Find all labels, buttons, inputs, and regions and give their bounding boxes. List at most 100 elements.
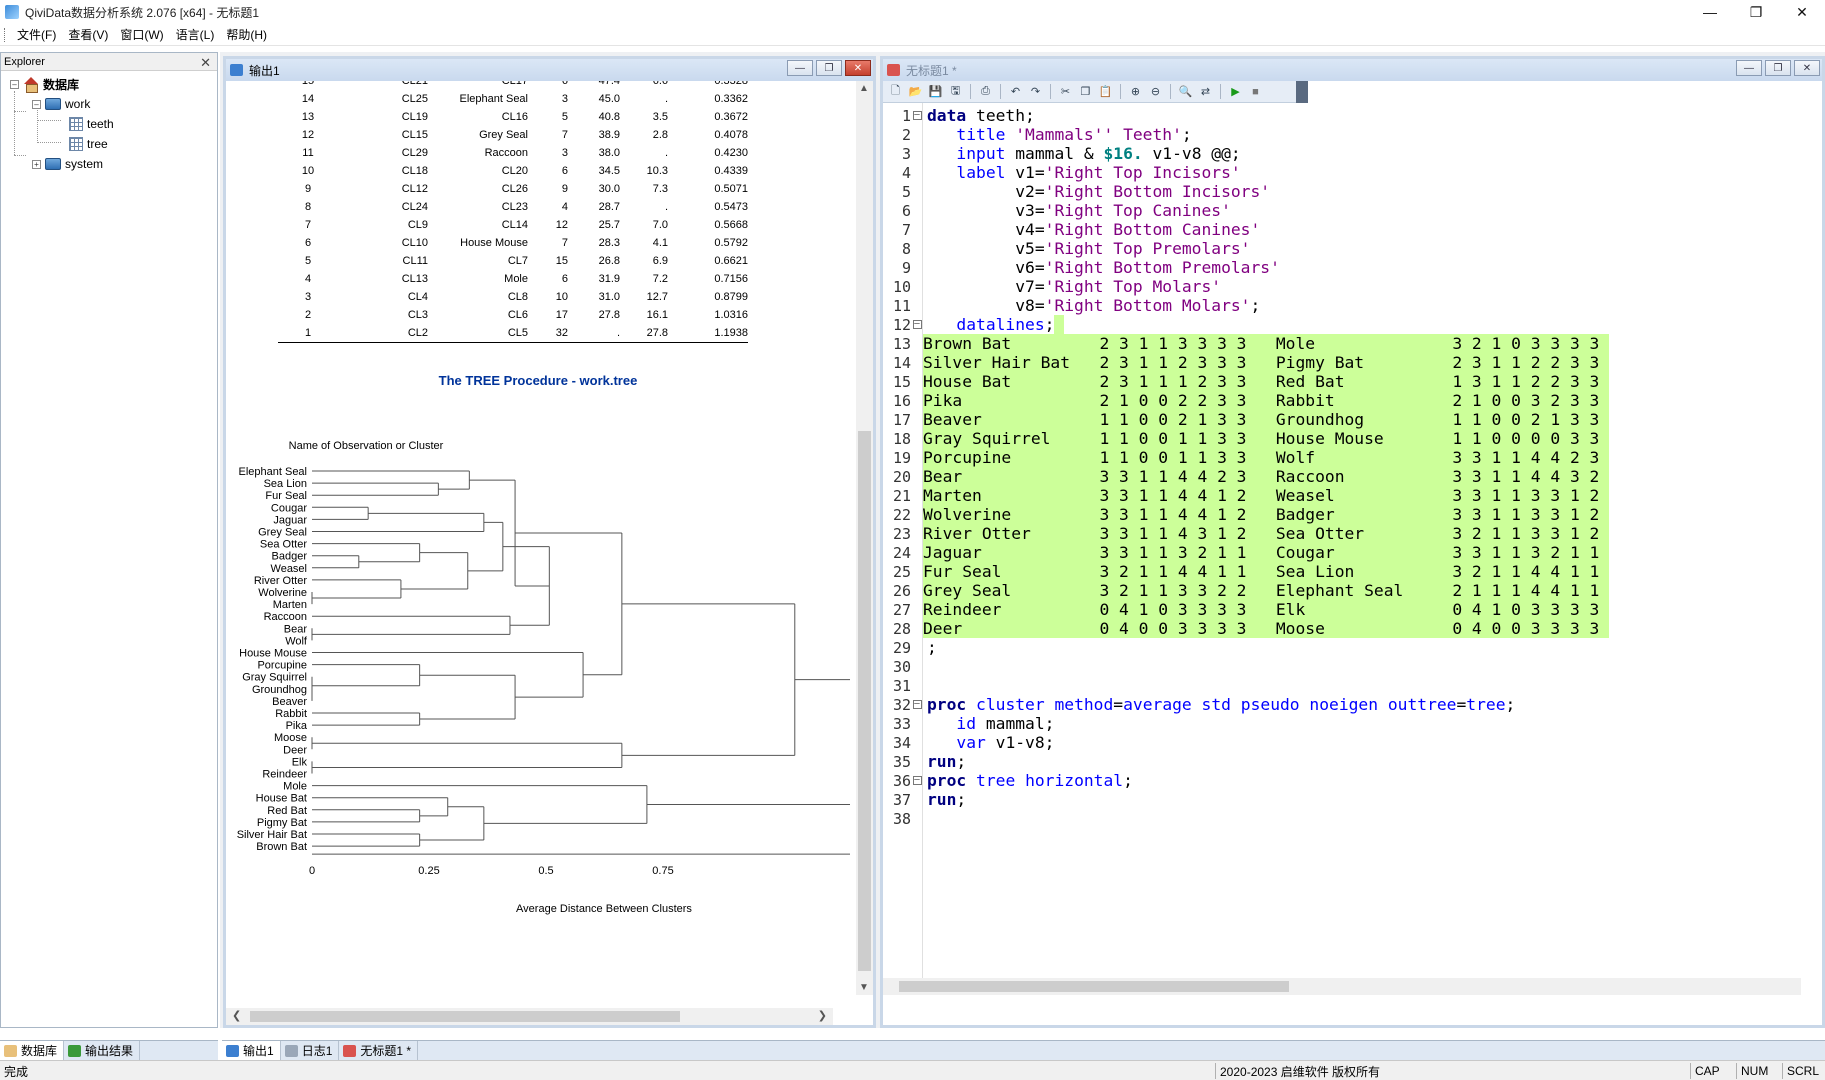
code-line[interactable]: 15 House Bat 2 3 1 1 1 2 3 3 Red Bat 1 3 … — [883, 372, 1610, 391]
output-horizontal-scrollbar[interactable]: ❮ ❯ — [226, 1008, 833, 1025]
code-line[interactable]: 31 — [883, 676, 927, 695]
code-line[interactable]: 1– data teeth; — [883, 106, 1035, 125]
code-line[interactable]: 4 label v1='Right Top Incisors' — [883, 163, 1241, 182]
code-line[interactable]: 19 Porcupine 1 1 0 0 1 1 3 3 Wolf 3 3 1 1… — [883, 448, 1610, 467]
scroll-left-icon[interactable]: ❮ — [232, 1009, 241, 1022]
code-line[interactable]: 38 — [883, 809, 927, 828]
print-icon[interactable]: ⎙ — [977, 83, 994, 100]
code-line[interactable]: 18 Gray Squirrel 1 1 0 0 1 1 3 3 House Mo… — [883, 429, 1610, 448]
tree-node-teeth[interactable]: teeth — [69, 115, 114, 133]
editor-maximize-button[interactable]: ❐ — [1765, 60, 1791, 76]
code-line[interactable]: 29; — [883, 638, 937, 657]
find-icon[interactable]: 🔍 — [1177, 83, 1194, 100]
tab-database[interactable]: 数据库 — [0, 1041, 65, 1060]
code-line[interactable]: 24 Jaguar 3 3 1 1 3 2 1 1 Cougar 3 3 1 1 … — [883, 543, 1610, 562]
stop-icon[interactable]: ■ — [1247, 83, 1264, 100]
zoom-out-icon[interactable]: ⊖ — [1147, 83, 1164, 100]
code-line[interactable]: 5 v2='Right Bottom Incisors' — [883, 182, 1270, 201]
scroll-down-icon[interactable]: ▼ — [859, 982, 869, 993]
collapse-icon[interactable]: – — [10, 79, 19, 89]
tab-untitled1[interactable]: 无标题1 * — [339, 1041, 419, 1060]
tab-output1[interactable]: 输出1 — [222, 1041, 281, 1060]
code-line[interactable]: 22 Wolverine 3 3 1 1 4 4 1 2 Badger 3 3 1… — [883, 505, 1610, 524]
code-line[interactable]: 16 Pika 2 1 0 0 2 2 3 3 Rabbit 2 1 0 0 3 … — [883, 391, 1610, 410]
code-line[interactable]: 3 input mammal & $16. v1-v8 @@; — [883, 144, 1241, 163]
code-line[interactable]: 37 run; — [883, 790, 966, 809]
cut-icon[interactable]: ✂ — [1057, 83, 1074, 100]
menu-help[interactable]: 帮助(H) — [220, 26, 273, 43]
code-line[interactable]: 26 Grey Seal 3 2 1 1 3 3 2 2 Elephant Sea… — [883, 581, 1610, 600]
tab-log1[interactable]: 日志1 — [281, 1041, 340, 1060]
fold-toggle-icon[interactable]: – — [911, 700, 923, 709]
scroll-thumb[interactable] — [250, 1011, 680, 1022]
code-line[interactable]: 34 var v1-v8; — [883, 733, 1055, 752]
collapse-icon[interactable]: – — [32, 99, 41, 109]
code-line[interactable]: 2 title 'Mammals'' Teeth'; — [883, 125, 1192, 144]
copy-icon[interactable]: ❐ — [1077, 83, 1094, 100]
editor-horizontal-scrollbar[interactable] — [883, 978, 1801, 995]
menu-window[interactable]: 窗口(W) — [114, 26, 169, 43]
code-line[interactable]: 21 Marten 3 3 1 1 4 4 1 2 Weasel 3 3 1 1 … — [883, 486, 1610, 505]
code-line[interactable]: 14 Silver Hair Bat 2 3 1 1 2 3 3 3 Pigmy … — [883, 353, 1610, 372]
save-as-icon[interactable]: 🖫 — [947, 83, 964, 100]
code-line[interactable]: 36– proc tree horizontal; — [883, 771, 1133, 790]
code-line[interactable]: 7 v4='Right Bottom Canines' — [883, 220, 1260, 239]
tab-results[interactable]: 输出结果 — [64, 1041, 141, 1060]
expand-icon[interactable]: + — [32, 159, 41, 169]
code-line[interactable]: 11 v8='Right Bottom Molars'; — [883, 296, 1260, 315]
scroll-up-icon[interactable]: ▲ — [859, 83, 869, 94]
undo-icon[interactable]: ↶ — [1007, 83, 1024, 100]
tree-node-system[interactable]: + system — [32, 155, 103, 173]
menu-language[interactable]: 语言(L) — [170, 26, 221, 43]
close-button[interactable]: ✕ — [1779, 0, 1825, 24]
code-line[interactable]: 9 v6='Right Bottom Premolars' — [883, 258, 1280, 277]
minimize-button[interactable]: — — [1687, 0, 1733, 24]
scroll-right-icon[interactable]: ❯ — [818, 1009, 827, 1022]
replace-icon[interactable]: ⇄ — [1197, 83, 1214, 100]
code-line[interactable]: 8 v5='Right Top Premolars' — [883, 239, 1251, 258]
fold-toggle-icon[interactable]: – — [911, 111, 923, 120]
code-line[interactable]: 10 v7='Right Top Molars' — [883, 277, 1221, 296]
tree-node-root[interactable]: – 数据库 — [10, 75, 79, 93]
scroll-thumb[interactable] — [858, 431, 871, 971]
code-line[interactable]: 27 Reindeer 0 4 1 0 3 3 3 3 Elk 0 4 1 0 3… — [883, 600, 1610, 619]
tree-node-tree[interactable]: tree — [69, 135, 108, 153]
code-text: Brown Bat 2 3 1 1 3 3 3 3 Mole 3 2 1 0 3… — [923, 334, 1610, 353]
output-minimize-button[interactable]: — — [787, 60, 813, 76]
tree-node-work[interactable]: – work — [32, 95, 90, 113]
explorer-close-icon[interactable]: ✕ — [200, 55, 211, 71]
code-line[interactable]: 20 Bear 3 3 1 1 4 4 2 3 Raccoon 3 3 1 1 4… — [883, 467, 1610, 486]
code-line[interactable]: 35 run; — [883, 752, 966, 771]
code-line[interactable]: 32– proc cluster method=average std pseud… — [883, 695, 1515, 714]
menu-view[interactable]: 查看(V) — [62, 26, 114, 43]
save-icon[interactable]: 💾 — [927, 83, 944, 100]
code-line[interactable]: 13 Brown Bat 2 3 1 1 3 3 3 3 Mole 3 2 1 0… — [883, 334, 1610, 353]
fold-toggle-icon[interactable]: – — [911, 320, 923, 329]
toolbar-grip[interactable] — [1296, 81, 1308, 103]
code-line[interactable]: 25 Fur Seal 3 2 1 1 4 4 1 1 Sea Lion 3 2 … — [883, 562, 1610, 581]
menu-file[interactable]: 文件(F) — [11, 26, 62, 43]
tab-output1-label: 输出1 — [243, 1044, 274, 1058]
scroll-thumb[interactable] — [899, 981, 1289, 992]
code-line[interactable]: 6 v3='Right Top Canines' — [883, 201, 1231, 220]
fold-toggle-icon[interactable]: – — [911, 776, 923, 785]
code-line[interactable]: 33 id mammal; — [883, 714, 1055, 733]
run-icon[interactable]: ▶ — [1227, 83, 1244, 100]
open-icon[interactable]: 📂 — [907, 83, 924, 100]
editor-minimize-button[interactable]: — — [1736, 60, 1762, 76]
redo-icon[interactable]: ↷ — [1027, 83, 1044, 100]
code-line[interactable]: 28 Deer 0 4 0 0 3 3 3 3 Moose 0 4 0 0 3 3… — [883, 619, 1610, 638]
code-line[interactable]: 23 River Otter 3 3 1 1 4 3 1 2 Sea Otter … — [883, 524, 1610, 543]
zoom-in-icon[interactable]: ⊕ — [1127, 83, 1144, 100]
editor-close-button[interactable]: ✕ — [1794, 60, 1820, 76]
new-icon[interactable]: 🗋 — [887, 83, 904, 100]
output-maximize-button[interactable]: ❐ — [816, 60, 842, 76]
paste-icon[interactable]: 📋 — [1097, 83, 1114, 100]
output-close-button[interactable]: ✕ — [845, 60, 871, 76]
output-vertical-scrollbar[interactable]: ▲ ▼ — [856, 81, 873, 995]
code-line[interactable]: 17 Beaver 1 1 0 0 2 1 3 3 Groundhog 1 1 0… — [883, 410, 1610, 429]
code-editor[interactable]: 1– data teeth; 2 title 'Mammals'' Teeth'; 3… — [883, 103, 1801, 995]
code-line[interactable]: 12– datalines; — [883, 315, 1065, 334]
code-line[interactable]: 30 — [883, 657, 927, 676]
maximize-button[interactable]: ❐ — [1733, 0, 1779, 24]
